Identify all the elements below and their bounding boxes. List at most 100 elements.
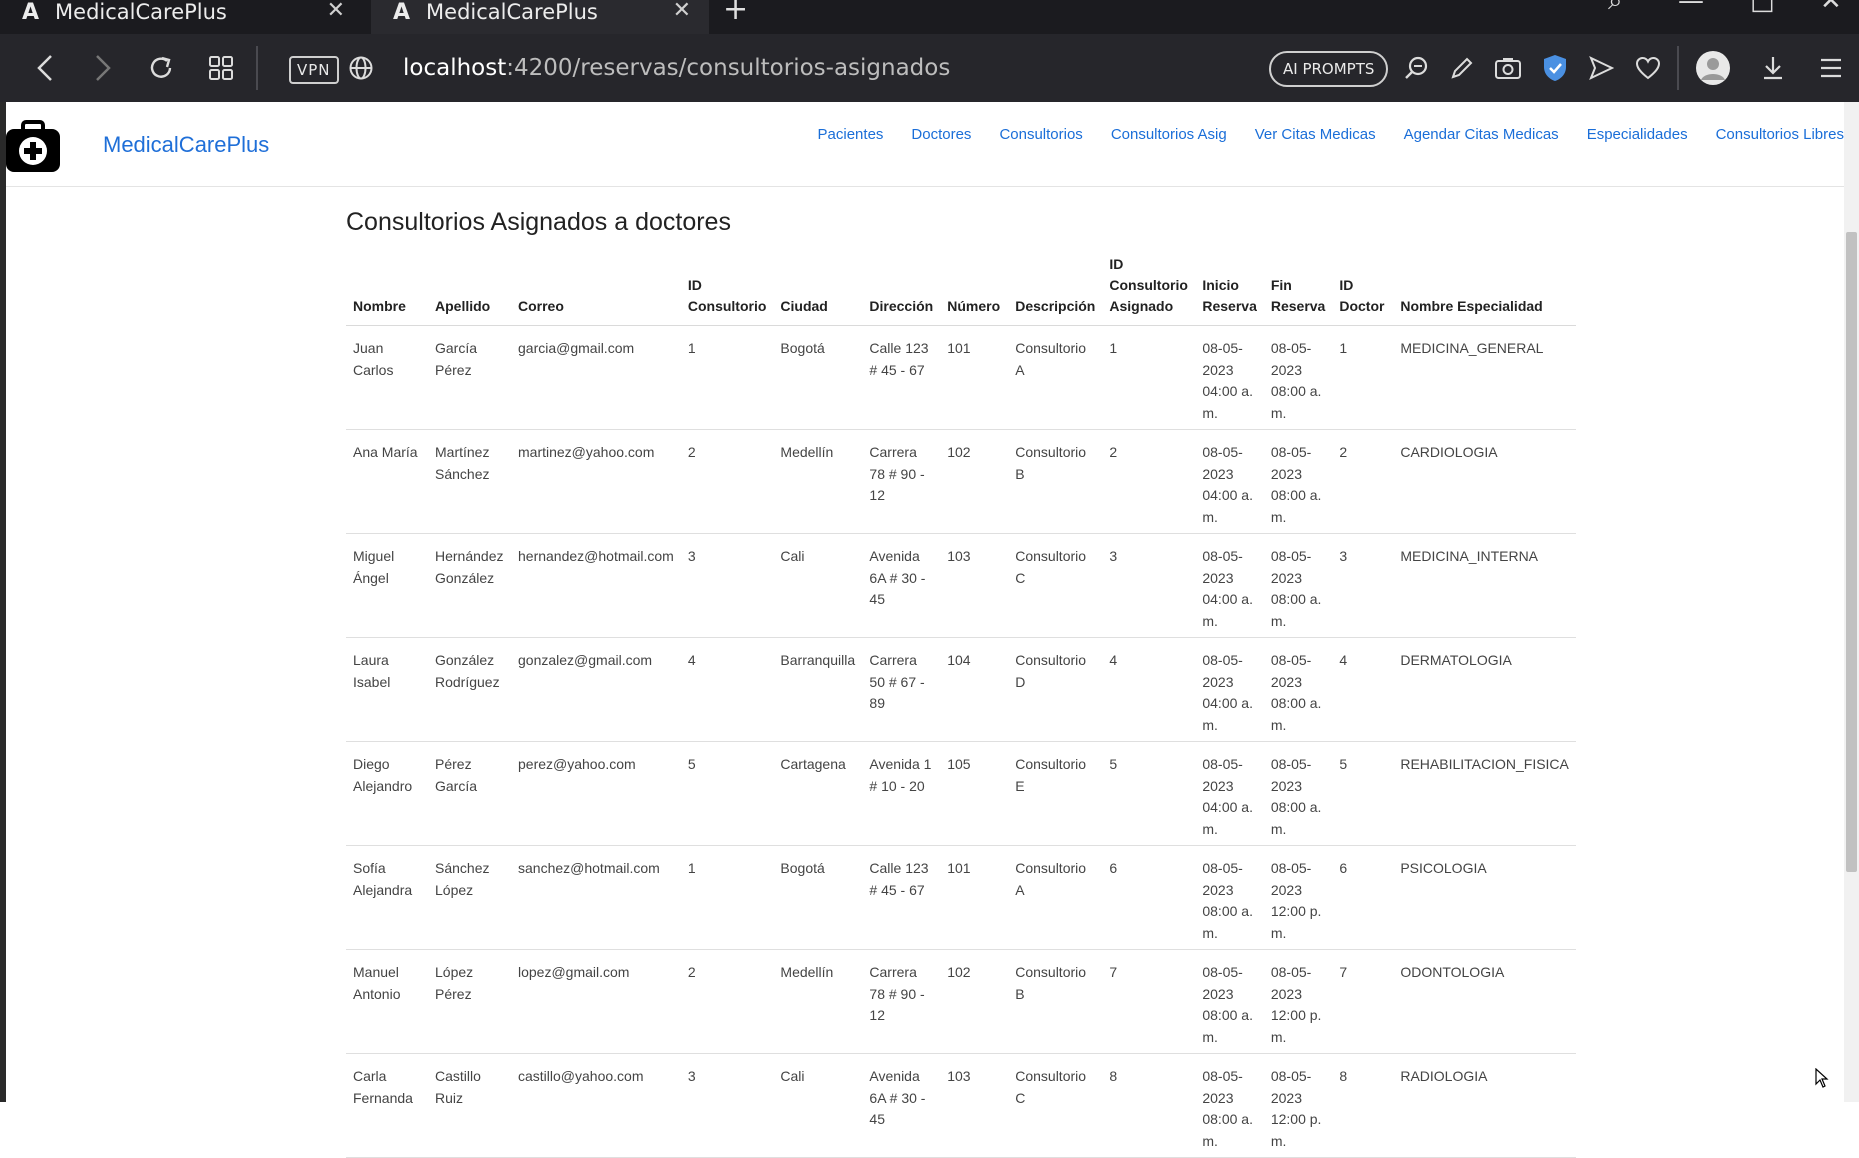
search-tabs-icon[interactable]: ⌕ xyxy=(1608,0,1623,17)
col-header: ID Consultorio xyxy=(680,250,774,326)
cell: 08-05-2023 12:00 p. m. xyxy=(1263,949,1333,1054)
address-bar[interactable]: localhost:4200/reservas/consultorios-asi… xyxy=(403,34,950,102)
col-header: Inicio Reserva xyxy=(1195,250,1264,326)
nav-consultorios[interactable]: Consultorios xyxy=(999,126,1082,143)
left-edge-strip xyxy=(0,102,6,1102)
col-header: Dirección xyxy=(862,250,941,326)
browser-tab[interactable]: A MedicalCarePlus ✕ xyxy=(0,0,363,34)
cell: 104 xyxy=(940,637,1009,742)
new-tab-icon[interactable]: + xyxy=(723,0,748,27)
cell: Juan Carlos xyxy=(346,325,428,430)
cell: MEDICINA_GENERAL xyxy=(1393,325,1576,430)
page-scrollbar[interactable] xyxy=(1844,102,1859,1102)
table-row: Manuel Antonio López Pérez lopez@gmail.c… xyxy=(346,949,1576,1054)
cell: Cali xyxy=(773,1053,863,1158)
mouse-cursor-icon xyxy=(1815,1067,1829,1092)
close-tab-icon[interactable]: ✕ xyxy=(673,0,691,23)
cell: Pérez García xyxy=(428,741,511,846)
cell: Carrera 50 # 67 - 89 xyxy=(862,637,941,742)
minimize-icon[interactable]: — xyxy=(1678,0,1704,16)
url-host: localhost xyxy=(403,55,507,81)
table-row: Ana María Martínez Sánchez martinez@yaho… xyxy=(346,429,1576,534)
camera-icon[interactable] xyxy=(1493,34,1523,102)
cell: 3 xyxy=(680,533,774,638)
nav-agendar-citas[interactable]: Agendar Citas Medicas xyxy=(1404,126,1559,143)
close-window-icon[interactable]: ✕ xyxy=(1820,0,1842,16)
back-icon[interactable] xyxy=(30,34,60,102)
profile-avatar-icon[interactable] xyxy=(1695,34,1731,102)
table-row: Sofía Alejandra Sánchez López sanchez@ho… xyxy=(346,845,1576,950)
col-header: Descripción xyxy=(1008,250,1103,326)
cell: CARDIOLOGIA xyxy=(1393,429,1576,534)
table-row: Carla Fernanda Castillo Ruiz castillo@ya… xyxy=(346,1053,1576,1158)
cell: 102 xyxy=(940,429,1009,534)
cell: 08-05-2023 08:00 a. m. xyxy=(1263,429,1333,534)
maximize-icon[interactable]: □ xyxy=(1750,0,1775,16)
cell: Laura Isabel xyxy=(346,637,428,742)
cell: Carla Fernanda xyxy=(346,1053,428,1158)
forward-icon[interactable] xyxy=(88,34,118,102)
cell: Carrera 78 # 90 - 12 xyxy=(862,949,941,1054)
cell: Cali xyxy=(773,533,863,638)
nav-doctores[interactable]: Doctores xyxy=(911,126,971,143)
app-navbar: MedicalCarePlus Pacientes Doctores Consu… xyxy=(6,102,1844,187)
cell: martinez@yahoo.com xyxy=(511,429,681,534)
nav-consultorios-libres[interactable]: Consultorios Libres xyxy=(1716,126,1844,143)
speed-dial-icon[interactable] xyxy=(206,34,236,102)
cell: Carrera 78 # 90 - 12 xyxy=(862,429,941,534)
cell: REHABILITACION_FISICA xyxy=(1393,741,1576,846)
edit-icon[interactable] xyxy=(1447,34,1477,102)
cell: 4 xyxy=(1102,637,1196,742)
cell: Avenida 6A # 30 - 45 xyxy=(862,1053,941,1158)
cell: López Pérez xyxy=(428,949,511,1054)
cell: Calle 123 # 45 - 67 xyxy=(862,845,941,950)
send-icon[interactable] xyxy=(1586,34,1616,102)
angular-logo-icon: A xyxy=(393,0,411,25)
col-header: ID Consultorio Asignado xyxy=(1102,250,1196,326)
heart-icon[interactable] xyxy=(1633,34,1663,102)
nav-pacientes[interactable]: Pacientes xyxy=(818,126,884,143)
cell: gonzalez@gmail.com xyxy=(511,637,681,742)
table-row: Laura Isabel González Rodríguez gonzalez… xyxy=(346,637,1576,742)
reload-icon[interactable] xyxy=(146,34,176,102)
nav-consultorios-asig[interactable]: Consultorios Asig xyxy=(1111,126,1227,143)
main-nav: Pacientes Doctores Consultorios Consulto… xyxy=(790,126,1844,143)
globe-icon[interactable] xyxy=(346,34,376,102)
browser-tab-active[interactable]: A MedicalCarePlus ✕ xyxy=(371,0,709,34)
menu-icon[interactable] xyxy=(1816,34,1846,102)
cell: 5 xyxy=(1102,741,1196,846)
zoom-icon[interactable] xyxy=(1401,34,1431,102)
cell: 1 xyxy=(1332,325,1394,430)
cell: Consultorio B xyxy=(1008,429,1103,534)
vpn-button[interactable]: VPN xyxy=(289,56,339,84)
ai-prompts-button[interactable]: AI PROMPTS xyxy=(1269,51,1389,87)
close-tab-icon[interactable]: ✕ xyxy=(327,0,345,23)
cell: 6 xyxy=(1102,845,1196,950)
cell: 08-05-2023 12:00 p. m. xyxy=(1263,845,1333,950)
shield-icon[interactable] xyxy=(1540,34,1570,102)
toolbar-divider xyxy=(1677,46,1679,90)
cell: 1 xyxy=(680,325,774,430)
brand-link[interactable]: MedicalCarePlus xyxy=(103,132,269,158)
cell: Castillo Ruiz xyxy=(428,1053,511,1158)
cell: 08-05-2023 04:00 a. m. xyxy=(1195,325,1264,430)
download-icon[interactable] xyxy=(1758,34,1788,102)
nav-ver-citas[interactable]: Ver Citas Medicas xyxy=(1255,126,1376,143)
cell: Consultorio A xyxy=(1008,325,1103,430)
cell: hernandez@hotmail.com xyxy=(511,533,681,638)
medical-kit-logo-icon[interactable] xyxy=(6,120,60,172)
cell: Diego Alejandro xyxy=(346,741,428,846)
cell: ODONTOLOGIA xyxy=(1393,949,1576,1054)
cell: 8 xyxy=(1102,1053,1196,1158)
scrollbar-thumb[interactable] xyxy=(1846,232,1857,872)
table-header-row: Nombre Apellido Correo ID Consultorio Ci… xyxy=(346,250,1576,326)
cell: Sánchez López xyxy=(428,845,511,950)
cell: Miguel Ángel xyxy=(346,533,428,638)
url-path: :4200/reservas/consultorios-asignados xyxy=(506,55,951,81)
nav-especialidades[interactable]: Especialidades xyxy=(1587,126,1688,143)
cell: Consultorio C xyxy=(1008,1053,1103,1158)
cell: 101 xyxy=(940,845,1009,950)
cell: 103 xyxy=(940,533,1009,638)
cell: 7 xyxy=(1102,949,1196,1054)
cell: Sofía Alejandra xyxy=(346,845,428,950)
